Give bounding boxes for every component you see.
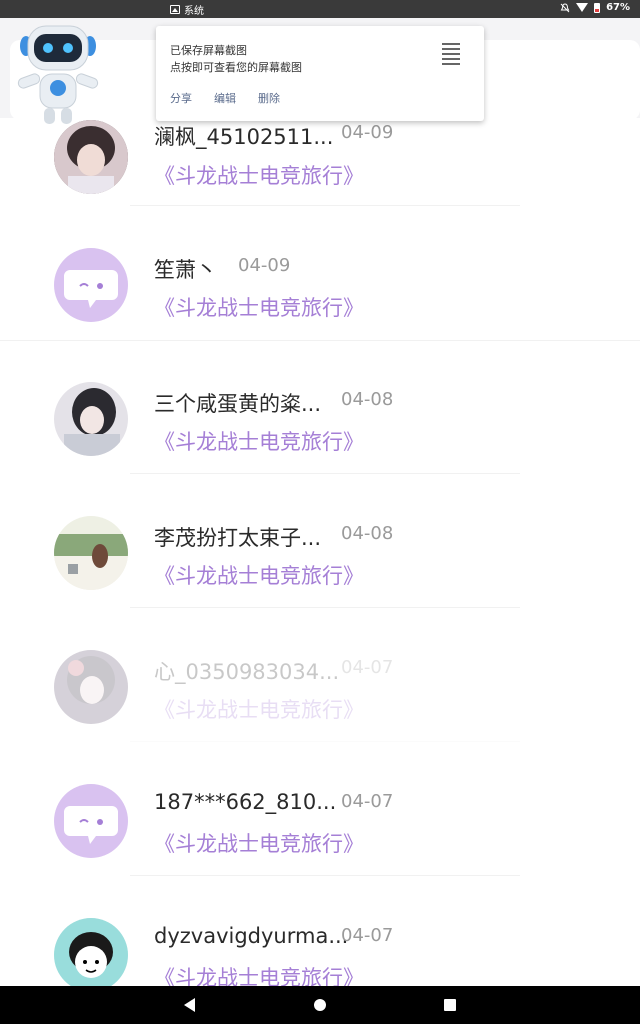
list-item[interactable]: 澜枫_45102511... 04-09 《斗龙战士电竞旅行》 — [0, 118, 640, 206]
bell-off-icon — [560, 2, 570, 12]
game-title: 《斗龙战士电竞旅行》 — [154, 832, 364, 856]
notification-title: 已保存屏幕截图 — [170, 44, 247, 57]
user-name: dyzvavigdyurma... — [154, 924, 349, 948]
status-system-area: 67% — [560, 2, 630, 13]
list-item[interactable]: 三个咸蛋黄的粢... 04-08 《斗龙战士电竞旅行》 — [0, 340, 640, 474]
image-icon — [170, 5, 180, 14]
list-item[interactable]: 心_0350983034... 04-07 《斗龙战士电竞旅行》 — [0, 608, 640, 742]
item-date: 04-07 — [341, 925, 394, 946]
item-date: 04-09 — [341, 122, 394, 143]
user-name: 心_0350983034... — [154, 660, 340, 684]
user-avatar — [54, 516, 128, 590]
list-item[interactable]: 李茂扮打太束子... 04-08 《斗龙战士电竞旅行》 — [0, 474, 640, 608]
list-item[interactable]: 187***662_810... 04-07 《斗龙战士电竞旅行》 — [0, 742, 640, 876]
user-avatar — [54, 382, 128, 456]
user-avatar — [54, 918, 128, 992]
user-avatar — [54, 120, 128, 194]
screenshot-notification[interactable]: 已保存屏幕截图 点按即可查看您的屏幕截图 分享 编辑 删除 — [156, 26, 484, 121]
game-title: 《斗龙战士电竞旅行》 — [154, 698, 364, 722]
game-title: 《斗龙战士电竞旅行》 — [154, 296, 364, 320]
user-name: 李茂扮打太束子... — [154, 526, 322, 550]
notification-actions: 分享 编辑 删除 — [170, 90, 280, 106]
user-avatar — [54, 650, 128, 724]
chat-bubble-icon — [64, 270, 118, 308]
back-icon[interactable] — [184, 998, 195, 1012]
recent-apps-icon[interactable] — [444, 999, 456, 1011]
item-date: 04-07 — [341, 657, 394, 678]
navigation-bar — [0, 986, 640, 1024]
status-notification-area: 系统 — [170, 2, 204, 17]
game-title: 《斗龙战士电竞旅行》 — [154, 164, 364, 188]
user-avatar — [54, 248, 128, 322]
list-item[interactable]: 笙萧丶 04-09 《斗龙战士电竞旅行》 — [0, 206, 640, 341]
edit-button[interactable]: 编辑 — [214, 90, 236, 106]
delete-button[interactable]: 删除 — [258, 90, 280, 106]
notification-text: 点按即可查看您的屏幕截图 — [170, 61, 302, 74]
screenshot-thumbnail[interactable] — [442, 40, 460, 74]
user-avatar — [54, 784, 128, 858]
home-icon[interactable] — [314, 999, 326, 1011]
item-date: 04-08 — [341, 523, 394, 544]
user-name: 笙萧丶 — [154, 258, 217, 282]
game-title: 《斗龙战士电竞旅行》 — [154, 430, 364, 454]
battery-percent: 67% — [606, 2, 630, 13]
chat-bubble-icon — [64, 806, 118, 844]
user-name: 187***662_810... — [154, 790, 337, 814]
game-title: 《斗龙战士电竞旅行》 — [154, 564, 364, 588]
user-name: 澜枫_45102511... — [154, 125, 334, 149]
item-date: 04-08 — [341, 389, 394, 410]
item-date: 04-09 — [238, 255, 291, 276]
status-app-label: 系统 — [184, 6, 204, 17]
wifi-icon — [576, 3, 589, 12]
battery-icon — [594, 2, 601, 13]
status-bar: 系统 67% — [0, 0, 640, 18]
share-button[interactable]: 分享 — [170, 90, 192, 106]
user-name: 三个咸蛋黄的粢... — [154, 392, 322, 416]
robot-assistant-icon[interactable] — [12, 22, 104, 128]
item-date: 04-07 — [341, 791, 394, 812]
